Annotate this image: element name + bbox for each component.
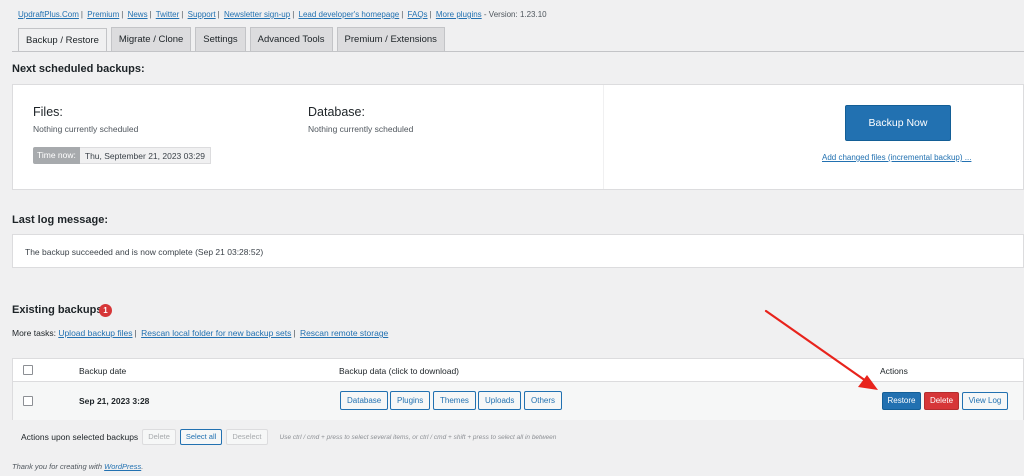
annotation-arrow-line	[764, 309, 868, 383]
annotation-arrow-icon	[764, 309, 878, 390]
